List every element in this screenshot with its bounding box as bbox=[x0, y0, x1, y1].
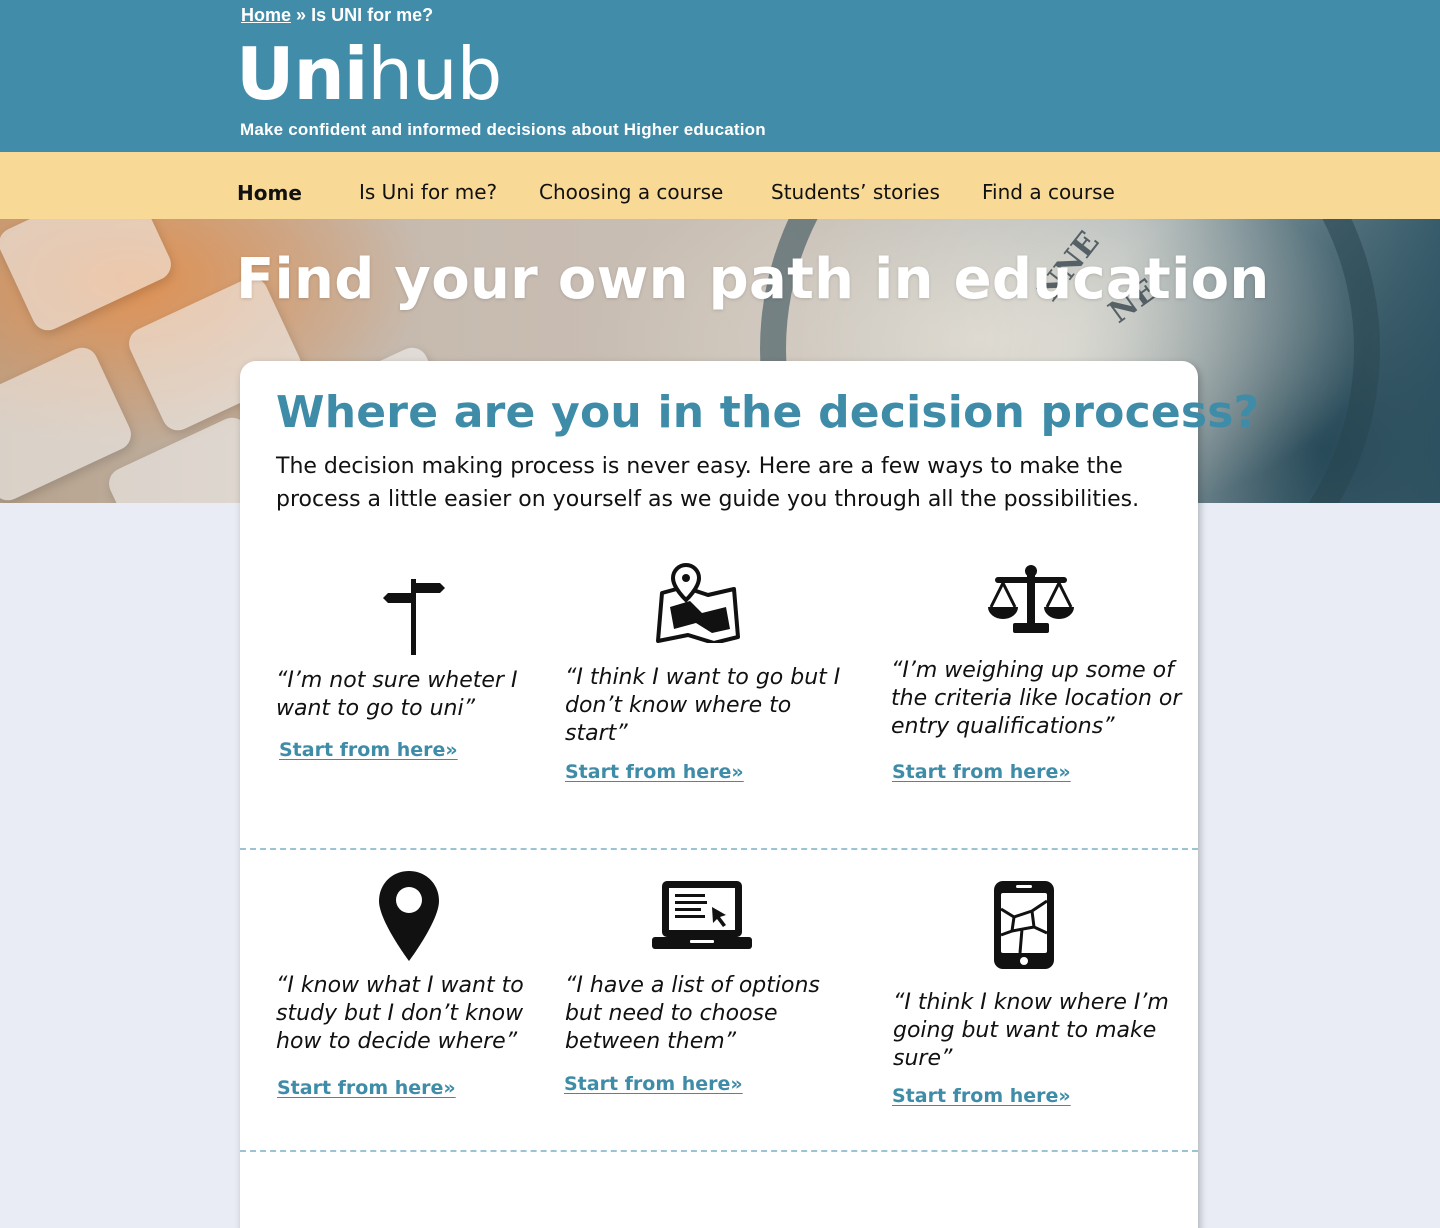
location-pin-icon bbox=[379, 871, 439, 966]
option-quote: “I think I want to go but I don’t know w… bbox=[565, 665, 841, 746]
option-card: “I know what I want to study but I don’t… bbox=[276, 869, 566, 1109]
option-quote: “I know what I want to study but I don’t… bbox=[276, 973, 524, 1054]
site-tagline: Make confident and informed decisions ab… bbox=[240, 120, 766, 139]
logo-bold-text: Uni bbox=[236, 32, 368, 116]
hero-keyboard-key bbox=[0, 219, 177, 336]
map-icon bbox=[656, 562, 740, 648]
laptop-icon bbox=[652, 879, 752, 956]
signpost-icon bbox=[382, 575, 446, 660]
nav-item-students-stories[interactable]: Students’ stories bbox=[771, 180, 940, 204]
start-from-here-link[interactable]: Start from here» bbox=[277, 1077, 456, 1099]
option-card: “I’m not sure wheter I want to go to uni… bbox=[276, 571, 566, 801]
option-quote: “I have a list of options but need to ch… bbox=[565, 973, 820, 1054]
card-title: Where are you in the decision process? bbox=[276, 387, 1260, 438]
breadcrumb-home-link[interactable]: Home bbox=[241, 5, 291, 25]
option-card: “I’m weighing up some of the criteria li… bbox=[891, 561, 1181, 801]
option-quote: “I’m weighing up some of the criteria li… bbox=[891, 658, 1182, 739]
row-divider bbox=[240, 848, 1198, 850]
hero-title: Find your own path in education bbox=[236, 247, 1270, 312]
breadcrumb-separator: » bbox=[296, 5, 307, 25]
breadcrumb: Home » Is UNI for me? bbox=[241, 5, 433, 26]
option-card: “I think I want to go but I don’t know w… bbox=[564, 561, 854, 801]
option-card: “I have a list of options but need to ch… bbox=[564, 869, 854, 1109]
decision-card: Where are you in the decision process? T… bbox=[240, 361, 1259, 1228]
option-quote: “I’m not sure wheter I want to go to uni… bbox=[276, 668, 518, 721]
start-from-here-link[interactable]: Start from here» bbox=[892, 761, 1071, 783]
start-from-here-link[interactable]: Start from here» bbox=[892, 1085, 1071, 1107]
nav-item-is-uni-for-me[interactable]: Is Uni for me? bbox=[359, 180, 497, 204]
site-logo[interactable]: Unihub bbox=[236, 32, 502, 116]
nav-item-home[interactable]: Home bbox=[237, 181, 302, 205]
card-intro: The decision making process is never eas… bbox=[276, 454, 1140, 512]
main-nav: Home Is Uni for me? Choosing a course St… bbox=[0, 152, 1440, 219]
option-quote: “I think I know where I’m going but want… bbox=[893, 990, 1169, 1071]
scales-icon bbox=[987, 563, 1075, 640]
start-from-here-link[interactable]: Start from here» bbox=[279, 739, 458, 761]
option-card: “I think I know where I’m going but want… bbox=[891, 869, 1181, 1109]
start-from-here-link[interactable]: Start from here» bbox=[564, 1073, 743, 1095]
breadcrumb-current: Is UNI for me? bbox=[311, 5, 434, 25]
row-divider bbox=[240, 1150, 1198, 1152]
smartphone-map-icon bbox=[992, 879, 1056, 976]
start-from-here-link[interactable]: Start from here» bbox=[565, 761, 744, 783]
logo-light-text: hub bbox=[367, 32, 502, 116]
nav-item-find-a-course[interactable]: Find a course bbox=[982, 180, 1115, 204]
nav-item-choosing-a-course[interactable]: Choosing a course bbox=[539, 180, 723, 204]
site-header: Home » Is UNI for me? Unihub Make confid… bbox=[0, 0, 1440, 152]
